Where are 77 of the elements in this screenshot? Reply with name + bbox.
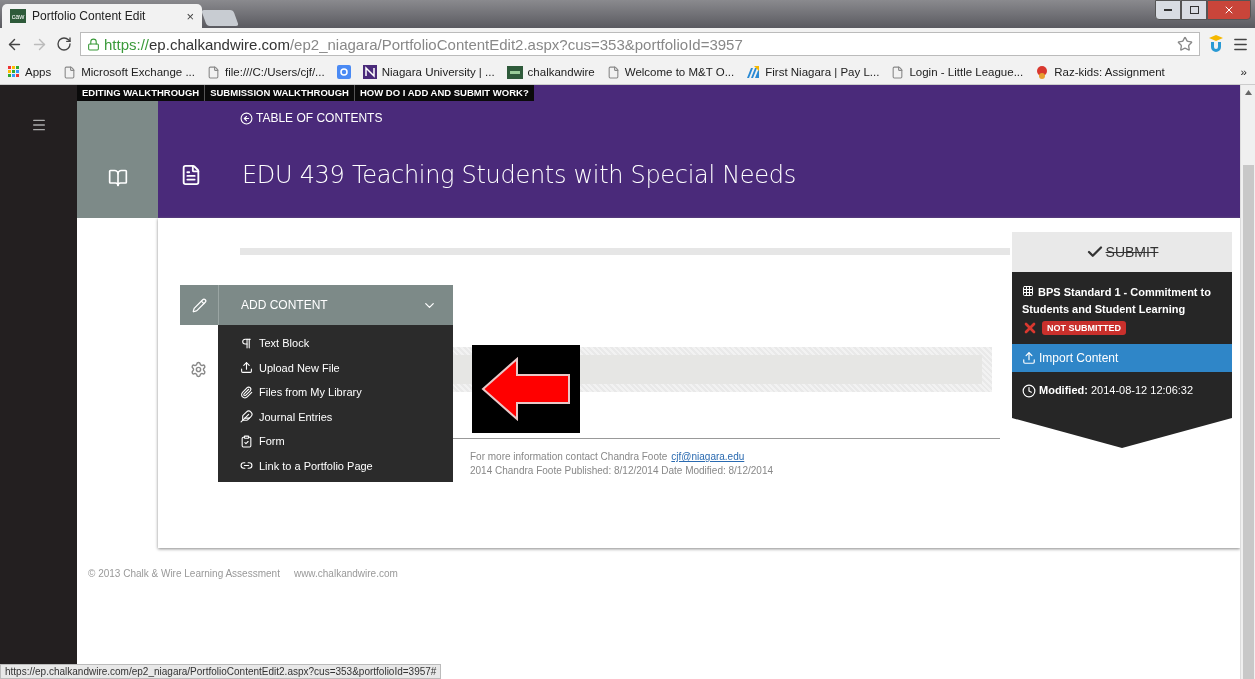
scroll-up-icon[interactable] [1244,90,1252,95]
search-logo-icon [336,65,351,79]
site-logo-icon [506,65,523,79]
contact-text: For more information contact Chandra Foote [470,451,668,462]
email-link[interactable]: cjf@niagara.edu [671,451,745,462]
extension-icon[interactable] [1208,35,1224,53]
status-url: https://ep.chalkandwire.com/ep2_niagara/PortfolioContentEdit2.aspx?cus=353&portfolioId=3957# [0,664,442,679]
address-bar[interactable]: https://ep.chalkandwire.com/ep2_niagara/PortfolioContentEdit2.aspx?cus=353&portfolioId=3957 [80,32,1200,56]
settings-icon[interactable] [190,361,207,378]
menu-icon[interactable] [30,117,47,133]
bookmark-link[interactable]: chalkandwire [506,65,595,79]
menu-item[interactable]: Link to a Portfolio Page [240,453,453,478]
bookmark-link[interactable] [336,65,351,79]
lock-icon [87,37,100,51]
scrollbar[interactable] [1240,85,1255,679]
cartoon-bird-icon [1035,65,1050,79]
grid-icon [1022,285,1034,297]
page-icon [63,65,77,79]
maximize-icon [1189,6,1199,14]
menu-item[interactable]: Text Block [240,331,453,356]
bookmark-link[interactable]: Raz-kids: Assignment [1035,65,1165,79]
menu-item[interactable]: Journal Entries [240,404,453,429]
edit-button[interactable] [180,285,218,325]
help-link[interactable]: EDITING WALKTHROUGH [77,85,205,101]
bookmark-link[interactable]: First Niagara | Pay L... [746,65,880,79]
bookmark-link[interactable]: Microsoft Exchange ... [63,65,195,79]
site-text: www.chalkandwire.com [293,568,398,579]
clipboard-check-icon [240,434,253,448]
tab-title: Portfolio Content Edit [32,9,147,23]
bookmark-link[interactable]: Niagara University | ... [362,65,495,79]
copyright-text: © 2013 Chalk & Wire Learning Assessment [88,568,280,579]
stripes-logo-icon [746,65,761,79]
bookmark-link[interactable]: Login - Little League... [891,65,1024,79]
standard-title: BPS Standard 1 - Commitment to Students and Student Learning [1022,284,1212,317]
page-icon [207,65,220,79]
left-arrow-icon [481,357,571,421]
menu-item[interactable]: Upload New File [240,355,453,380]
modified-text: Modified: 2014-08-12 12:06:32 [1039,384,1194,396]
page-icon [606,65,620,79]
bookmark-link[interactable]: Apps [8,66,52,78]
url-text: https://ep.chalkandwire.com/ep2_niagara/PortfolioContentEdit2.aspx?cus=353&portfolioId=3957 [104,35,743,53]
clock-icon [1022,384,1036,398]
x-mark-icon [1022,320,1038,336]
apps-grid-icon [8,66,20,78]
pilcrow-icon [240,336,253,350]
close-icon [1223,4,1235,16]
feather-icon [240,410,253,424]
bookmark-link[interactable]: file:///C:/Users/cjf/... [207,65,325,79]
status-badge: NOT SUBMITTED [1042,321,1126,335]
maximize-button[interactable] [1181,0,1207,20]
import-content-button[interactable]: Import Content [1012,344,1232,372]
menu-item[interactable]: Form [240,429,453,454]
bookmarks-overflow[interactable]: » [1240,66,1247,78]
tab-close-button[interactable]: × [186,8,194,24]
upload-icon [1022,351,1036,365]
new-tab-button[interactable] [201,10,239,26]
circle-arrow-left-icon [240,111,253,125]
book-icon[interactable] [107,167,128,188]
upload-icon [240,361,253,375]
help-link[interactable]: HOW DO I ADD AND SUBMIT WORK? [354,85,534,101]
publication-info: 2014 Chandra Foote Published: 8/12/2014 Date Modified: 8/12/2014 [470,465,773,476]
document-icon [180,164,202,186]
bookmark-star-icon[interactable] [1177,36,1193,52]
add-content-button[interactable]: ADD CONTENT [218,285,453,325]
page-icon [891,65,905,79]
reload-button[interactable] [56,36,72,52]
help-link[interactable]: SUBMISSION WALKTHROUGH [204,85,354,101]
letter-logo-icon [362,65,377,79]
menu-item[interactable]: Files from My Library [240,380,453,405]
submit-button[interactable]: SUBMIT [1012,232,1232,272]
pencil-icon [191,297,207,313]
bookmark-link[interactable]: Welcome to M&T O... [606,65,735,79]
minimize-button[interactable] [1155,0,1181,20]
paperclip-icon [240,385,253,399]
page-title: EDU 439 Teaching Students with Special Needs [242,161,796,189]
minimize-icon [1164,8,1172,12]
table-of-contents-link[interactable]: TABLE OF CONTENTS [240,111,1240,125]
